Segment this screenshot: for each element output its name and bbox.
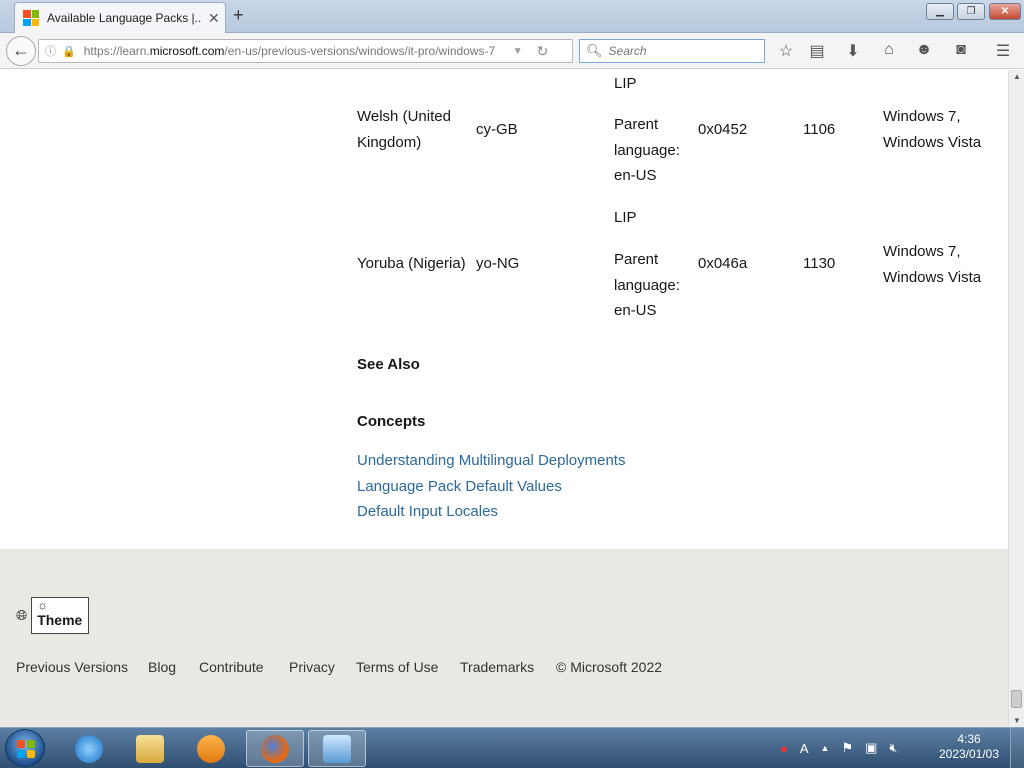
- theme-label: Theme: [37, 612, 83, 628]
- reading-list-icon[interactable]: ▤: [806, 41, 828, 61]
- close-tab-icon[interactable]: ✕: [208, 10, 220, 27]
- system-clock[interactable]: 4:36 2023/01/03: [936, 732, 1002, 762]
- flag-icon[interactable]: ⚑: [841, 740, 853, 756]
- input-language-icon[interactable]: A: [800, 741, 809, 756]
- search-icon: 🔍︎: [586, 43, 603, 58]
- restore-button[interactable]: ❐: [957, 3, 985, 20]
- page-content: LIP Welsh (United Kingdom) cy-GB Parent …: [0, 70, 1008, 727]
- scroll-down-icon[interactable]: ▼: [1013, 716, 1021, 725]
- table-cell-decimal: 1130: [803, 255, 836, 272]
- start-button[interactable]: [5, 729, 45, 767]
- navigation-bar: ← ⓘ 🔒 https://learn.microsoft.com/en-us/…: [0, 33, 1024, 69]
- table-cell-fragment: LIP: [614, 75, 637, 92]
- browser-tab[interactable]: Available Language Packs |... ✕: [14, 2, 226, 33]
- footer-link-terms[interactable]: Terms of Use: [356, 659, 438, 675]
- bookmark-star-icon[interactable]: ☆: [775, 41, 797, 61]
- show-hidden-icons-icon[interactable]: ▲: [821, 743, 830, 753]
- table-cell-language: Welsh (United Kingdom): [357, 108, 451, 151]
- volume-muted-icon[interactable]: 🔇︎: [889, 740, 897, 756]
- folder-icon: [136, 734, 164, 763]
- show-desktop-button[interactable]: [1010, 728, 1024, 768]
- table-cell-language: Yoruba (Nigeria): [357, 255, 466, 272]
- link-default-input-locales[interactable]: Default Input Locales: [357, 503, 498, 520]
- new-tab-button[interactable]: +: [233, 5, 244, 26]
- tab-bar: Available Language Packs |... ✕ + ▁ ❐ ✕: [0, 0, 1024, 33]
- chevron-down-icon[interactable]: ▼: [513, 46, 523, 57]
- internet-explorer-icon: [75, 734, 103, 763]
- table-cell-type: Parent language: en-US: [614, 251, 680, 319]
- media-player-icon: [197, 734, 225, 763]
- home-icon[interactable]: ⌂: [878, 41, 900, 59]
- pocket-icon[interactable]: ◙: [950, 41, 972, 59]
- concepts-heading: Concepts: [357, 413, 426, 430]
- scroll-up-icon[interactable]: ▲: [1013, 72, 1021, 81]
- reload-icon[interactable]: ↻: [537, 43, 549, 60]
- footer-link-contribute[interactable]: Contribute: [199, 659, 264, 675]
- copyright-text: © Microsoft 2022: [556, 659, 663, 675]
- control-panel-icon: [323, 734, 351, 763]
- clock-time: 4:36: [957, 732, 981, 746]
- back-button[interactable]: ←: [6, 36, 36, 66]
- taskbar-firefox[interactable]: [246, 730, 304, 767]
- firefox-icon: [261, 734, 289, 763]
- globe-icon: 🌐︎: [16, 607, 28, 623]
- link-multilingual-deployments[interactable]: Understanding Multilingual Deployments: [357, 452, 625, 469]
- footer-link-trademarks[interactable]: Trademarks: [460, 659, 534, 675]
- table-cell-type: Parent language: en-US: [614, 116, 680, 184]
- table-cell-lip: LIP: [614, 209, 637, 226]
- table-cell-decimal: 1106: [803, 121, 836, 138]
- hello-chat-icon[interactable]: ☻: [913, 41, 935, 59]
- taskbar-media-player[interactable]: [182, 730, 240, 767]
- system-tray: ● A ▲ ⚑ ▣ 🔇︎: [780, 728, 898, 768]
- table-cell-tag: yo-NG: [476, 255, 520, 272]
- close-window-button[interactable]: ✕: [989, 3, 1021, 20]
- site-footer: 🌐︎ ☼ Theme Previous Versions Blog Contri…: [0, 549, 1008, 727]
- see-also-heading: See Also: [357, 356, 420, 373]
- table-cell-os: Windows 7, Windows Vista: [883, 243, 982, 286]
- table-cell-lcid: 0x046a: [698, 255, 748, 272]
- theme-button[interactable]: 🌐︎ ☼ Theme: [16, 597, 90, 634]
- table-cell-os: Windows 7, Windows Vista: [883, 108, 982, 151]
- scrollbar-thumb[interactable]: [1011, 690, 1022, 708]
- clock-date: 2023/01/03: [938, 747, 1000, 761]
- network-icon[interactable]: ▣: [865, 740, 877, 756]
- footer-link-previous-versions[interactable]: Previous Versions: [16, 659, 128, 675]
- microsoft-logo-icon: [23, 10, 39, 26]
- sun-icon: ☼: [37, 598, 49, 612]
- lock-icon: 🔒: [62, 45, 76, 58]
- link-language-pack-defaults[interactable]: Language Pack Default Values: [357, 478, 562, 495]
- taskbar-internet-explorer[interactable]: [60, 730, 118, 767]
- vertical-scrollbar[interactable]: ▲ ▼: [1008, 70, 1024, 727]
- address-bar[interactable]: ⓘ 🔒 https://learn.microsoft.com/en-us/pr…: [38, 39, 573, 63]
- footer-link-privacy[interactable]: Privacy: [289, 659, 335, 675]
- search-input[interactable]: [608, 44, 759, 58]
- search-box[interactable]: 🔍︎: [579, 39, 765, 63]
- table-cell-lcid: 0x0452: [698, 121, 748, 138]
- tab-title: Available Language Packs |...: [47, 11, 202, 25]
- taskbar-explorer[interactable]: [121, 730, 179, 767]
- info-icon[interactable]: ⓘ: [45, 43, 56, 59]
- taskbar-control-panel[interactable]: [308, 730, 366, 767]
- menu-icon[interactable]: ☰: [992, 41, 1014, 61]
- windows-taskbar: ● A ▲ ⚑ ▣ 🔇︎ 4:36 2023/01/03: [0, 727, 1024, 768]
- download-icon[interactable]: ⬇: [842, 41, 864, 61]
- url-text[interactable]: https://learn.microsoft.com/en-us/previo…: [84, 44, 509, 58]
- footer-link-blog[interactable]: Blog: [148, 659, 176, 675]
- minimize-button[interactable]: ▁: [926, 3, 954, 20]
- action-center-icon[interactable]: ●: [780, 741, 788, 756]
- windows-logo-icon: [17, 740, 35, 758]
- table-cell-tag: cy-GB: [476, 121, 518, 138]
